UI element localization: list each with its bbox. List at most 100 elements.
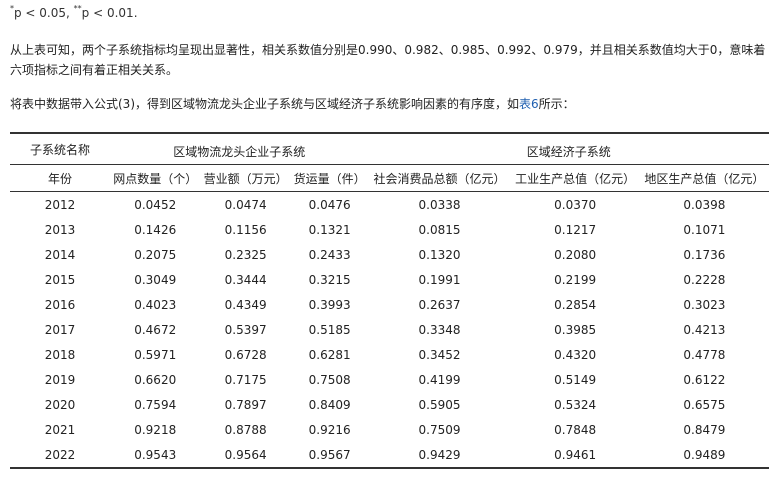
table-body: 2012 0.0452 0.0474 0.0476 0.0338 0.0370 0.0398… <box>10 192 769 469</box>
table6-link[interactable]: 表6 <box>519 97 539 111</box>
industrial-output-cell: 0.9461 <box>510 442 640 469</box>
gdp-cell: 0.4778 <box>683 347 726 362</box>
outlets-cell: 0.2075 <box>134 247 177 262</box>
gdp-cell: 0.1736 <box>683 247 726 262</box>
column-header-revenue: 营业额（万元） <box>200 164 291 192</box>
formula-paragraph: 将表中数据带入公式(3)，得到区域物流龙头企业子系统与区域经济子系统影响因素的有… <box>10 94 770 114</box>
table-row: 2015 0.3049 0.3444 0.3215 0.1991 0.2199 0.2228 <box>10 267 769 292</box>
industrial-output-cell: 0.1217 <box>554 222 597 237</box>
year-cell: 2015 <box>44 272 76 287</box>
formula-paragraph-text: 将表中数据带入公式(3)，得到区域物流龙头企业子系统与区域经济子系统影响因素的有… <box>10 97 520 111</box>
sig1-text: p < 0.05, <box>14 6 70 20</box>
freight-cell: 0.9216 <box>308 422 351 437</box>
column-header-gdp: 地区生产总值（亿元） <box>639 164 769 192</box>
sig2-mark: ** <box>73 4 82 13</box>
revenue-cell: 0.5397 <box>224 322 267 337</box>
revenue-cell: 0.1156 <box>224 222 267 237</box>
retail-sales-cell: 0.7509 <box>418 422 461 437</box>
column-header-industrial-output: 工业生产总值（亿元） <box>510 164 640 192</box>
table-row: 2012 0.0452 0.0474 0.0476 0.0338 0.0370 0.0398 <box>10 192 769 218</box>
industrial-output-cell: 0.2199 <box>554 272 597 287</box>
gdp-cell: 0.6122 <box>683 372 726 387</box>
table-row: 2019 0.6620 0.7175 0.7508 0.4199 0.5149 0.6122 <box>10 367 769 392</box>
year-cell: 2018 <box>44 347 76 362</box>
freight-cell: 0.3993 <box>308 297 351 312</box>
table-row: 2016 0.4023 0.4349 0.3993 0.2637 0.2854 0.3023 <box>10 292 769 317</box>
significance-footnote: *p < 0.05, **p < 0.01. <box>10 4 138 20</box>
gdp-cell: 0.8479 <box>683 422 726 437</box>
revenue-cell: 0.7897 <box>224 397 267 412</box>
retail-sales-cell: 0.9429 <box>368 442 511 469</box>
outlets-cell: 0.9543 <box>110 442 201 469</box>
outlets-cell: 0.1426 <box>134 222 177 237</box>
order-degree-table: 子系统名称 区域物流龙头企业子系统 区域经济子系统 年份 网点数量（个） 营业额… <box>10 132 769 469</box>
formula-paragraph-end: 所示： <box>538 97 575 111</box>
industrial-output-cell: 0.0370 <box>554 197 597 212</box>
retail-sales-cell: 0.1991 <box>418 272 461 287</box>
sig2-text: p < 0.01. <box>81 6 138 20</box>
table-row: 2014 0.2075 0.2325 0.2433 0.1320 0.2080 0.1736 <box>10 242 769 267</box>
revenue-cell: 0.9564 <box>200 442 291 469</box>
year-cell: 2014 <box>44 247 76 262</box>
revenue-cell: 0.8788 <box>224 422 267 437</box>
table-column-header-row: 年份 网点数量（个） 营业额（万元） 货运量（件） 社会消费品总额（亿元） 工业… <box>10 164 769 192</box>
document-page: *p < 0.05, **p < 0.01. 从上表可知，两个子系统指标均呈现出… <box>0 0 775 479</box>
freight-cell: 0.9567 <box>290 442 369 469</box>
retail-sales-cell: 0.5905 <box>418 397 461 412</box>
freight-cell: 0.0476 <box>308 197 351 212</box>
revenue-cell: 0.0474 <box>224 197 267 212</box>
column-header-retail-sales: 社会消费品总额（亿元） <box>368 164 511 192</box>
gdp-cell: 0.0398 <box>683 197 726 212</box>
freight-cell: 0.7508 <box>308 372 351 387</box>
outlets-cell: 0.9218 <box>134 422 177 437</box>
gdp-cell: 0.2228 <box>683 272 726 287</box>
retail-sales-cell: 0.1320 <box>418 247 461 262</box>
economy-subsystem-header: 区域经济子系统 <box>368 132 769 165</box>
outlets-cell: 0.5971 <box>134 347 177 362</box>
industrial-output-cell: 0.5324 <box>554 397 597 412</box>
year-cell: 2019 <box>44 372 76 387</box>
correlation-paragraph: 从上表可知，两个子系统指标均呈现出显著性，相关系数值分别是0.990、0.982… <box>10 43 766 77</box>
retail-sales-cell: 0.3348 <box>418 322 461 337</box>
gdp-cell: 0.6575 <box>683 397 726 412</box>
retail-sales-cell: 0.0815 <box>418 222 461 237</box>
industrial-output-cell: 0.7848 <box>554 422 597 437</box>
table-row: 2021 0.9218 0.8788 0.9216 0.7509 0.7848 0.8479 <box>10 417 769 442</box>
outlets-cell: 0.7594 <box>134 397 177 412</box>
retail-sales-cell: 0.3452 <box>418 347 461 362</box>
table-row: 2017 0.4672 0.5397 0.5185 0.3348 0.3985 0.4213 <box>10 317 769 342</box>
revenue-cell: 0.3444 <box>224 272 267 287</box>
retail-sales-cell: 0.0338 <box>418 197 461 212</box>
gdp-cell: 0.3023 <box>683 297 726 312</box>
outlets-cell: 0.4023 <box>134 297 177 312</box>
freight-cell: 0.1321 <box>308 222 351 237</box>
table-row: 2020 0.7594 0.7897 0.8409 0.5905 0.5324 0.6575 <box>10 392 769 417</box>
revenue-cell: 0.2325 <box>224 247 267 262</box>
year-cell: 2013 <box>44 222 76 237</box>
retail-sales-cell: 0.4199 <box>418 372 461 387</box>
revenue-cell: 0.6728 <box>224 347 267 362</box>
year-cell: 2016 <box>44 297 76 312</box>
industrial-output-cell: 0.4320 <box>554 347 597 362</box>
column-header-year: 年份 <box>10 164 110 192</box>
subsystem-name-header: 子系统名称 <box>10 132 110 165</box>
column-header-freight: 货运量（件） <box>290 164 369 192</box>
outlets-cell: 0.6620 <box>134 372 177 387</box>
gdp-cell: 0.4213 <box>683 322 726 337</box>
year-cell: 2012 <box>44 197 76 212</box>
outlets-cell: 0.3049 <box>134 272 177 287</box>
retail-sales-cell: 0.2637 <box>418 297 461 312</box>
gdp-cell: 0.9489 <box>639 442 769 469</box>
freight-cell: 0.5185 <box>308 322 351 337</box>
outlets-cell: 0.4672 <box>134 322 177 337</box>
industrial-output-cell: 0.2080 <box>554 247 597 262</box>
outlets-cell: 0.0452 <box>134 197 177 212</box>
revenue-cell: 0.7175 <box>224 372 267 387</box>
sig1-mark: * <box>10 4 14 13</box>
logistics-subsystem-header: 区域物流龙头企业子系统 <box>110 132 369 165</box>
industrial-output-cell: 0.3985 <box>554 322 597 337</box>
year-cell: 2021 <box>44 422 76 437</box>
year-cell: 2022 <box>10 442 110 469</box>
table-row: 2018 0.5971 0.6728 0.6281 0.3452 0.4320 0.4778 <box>10 342 769 367</box>
freight-cell: 0.8409 <box>308 397 351 412</box>
